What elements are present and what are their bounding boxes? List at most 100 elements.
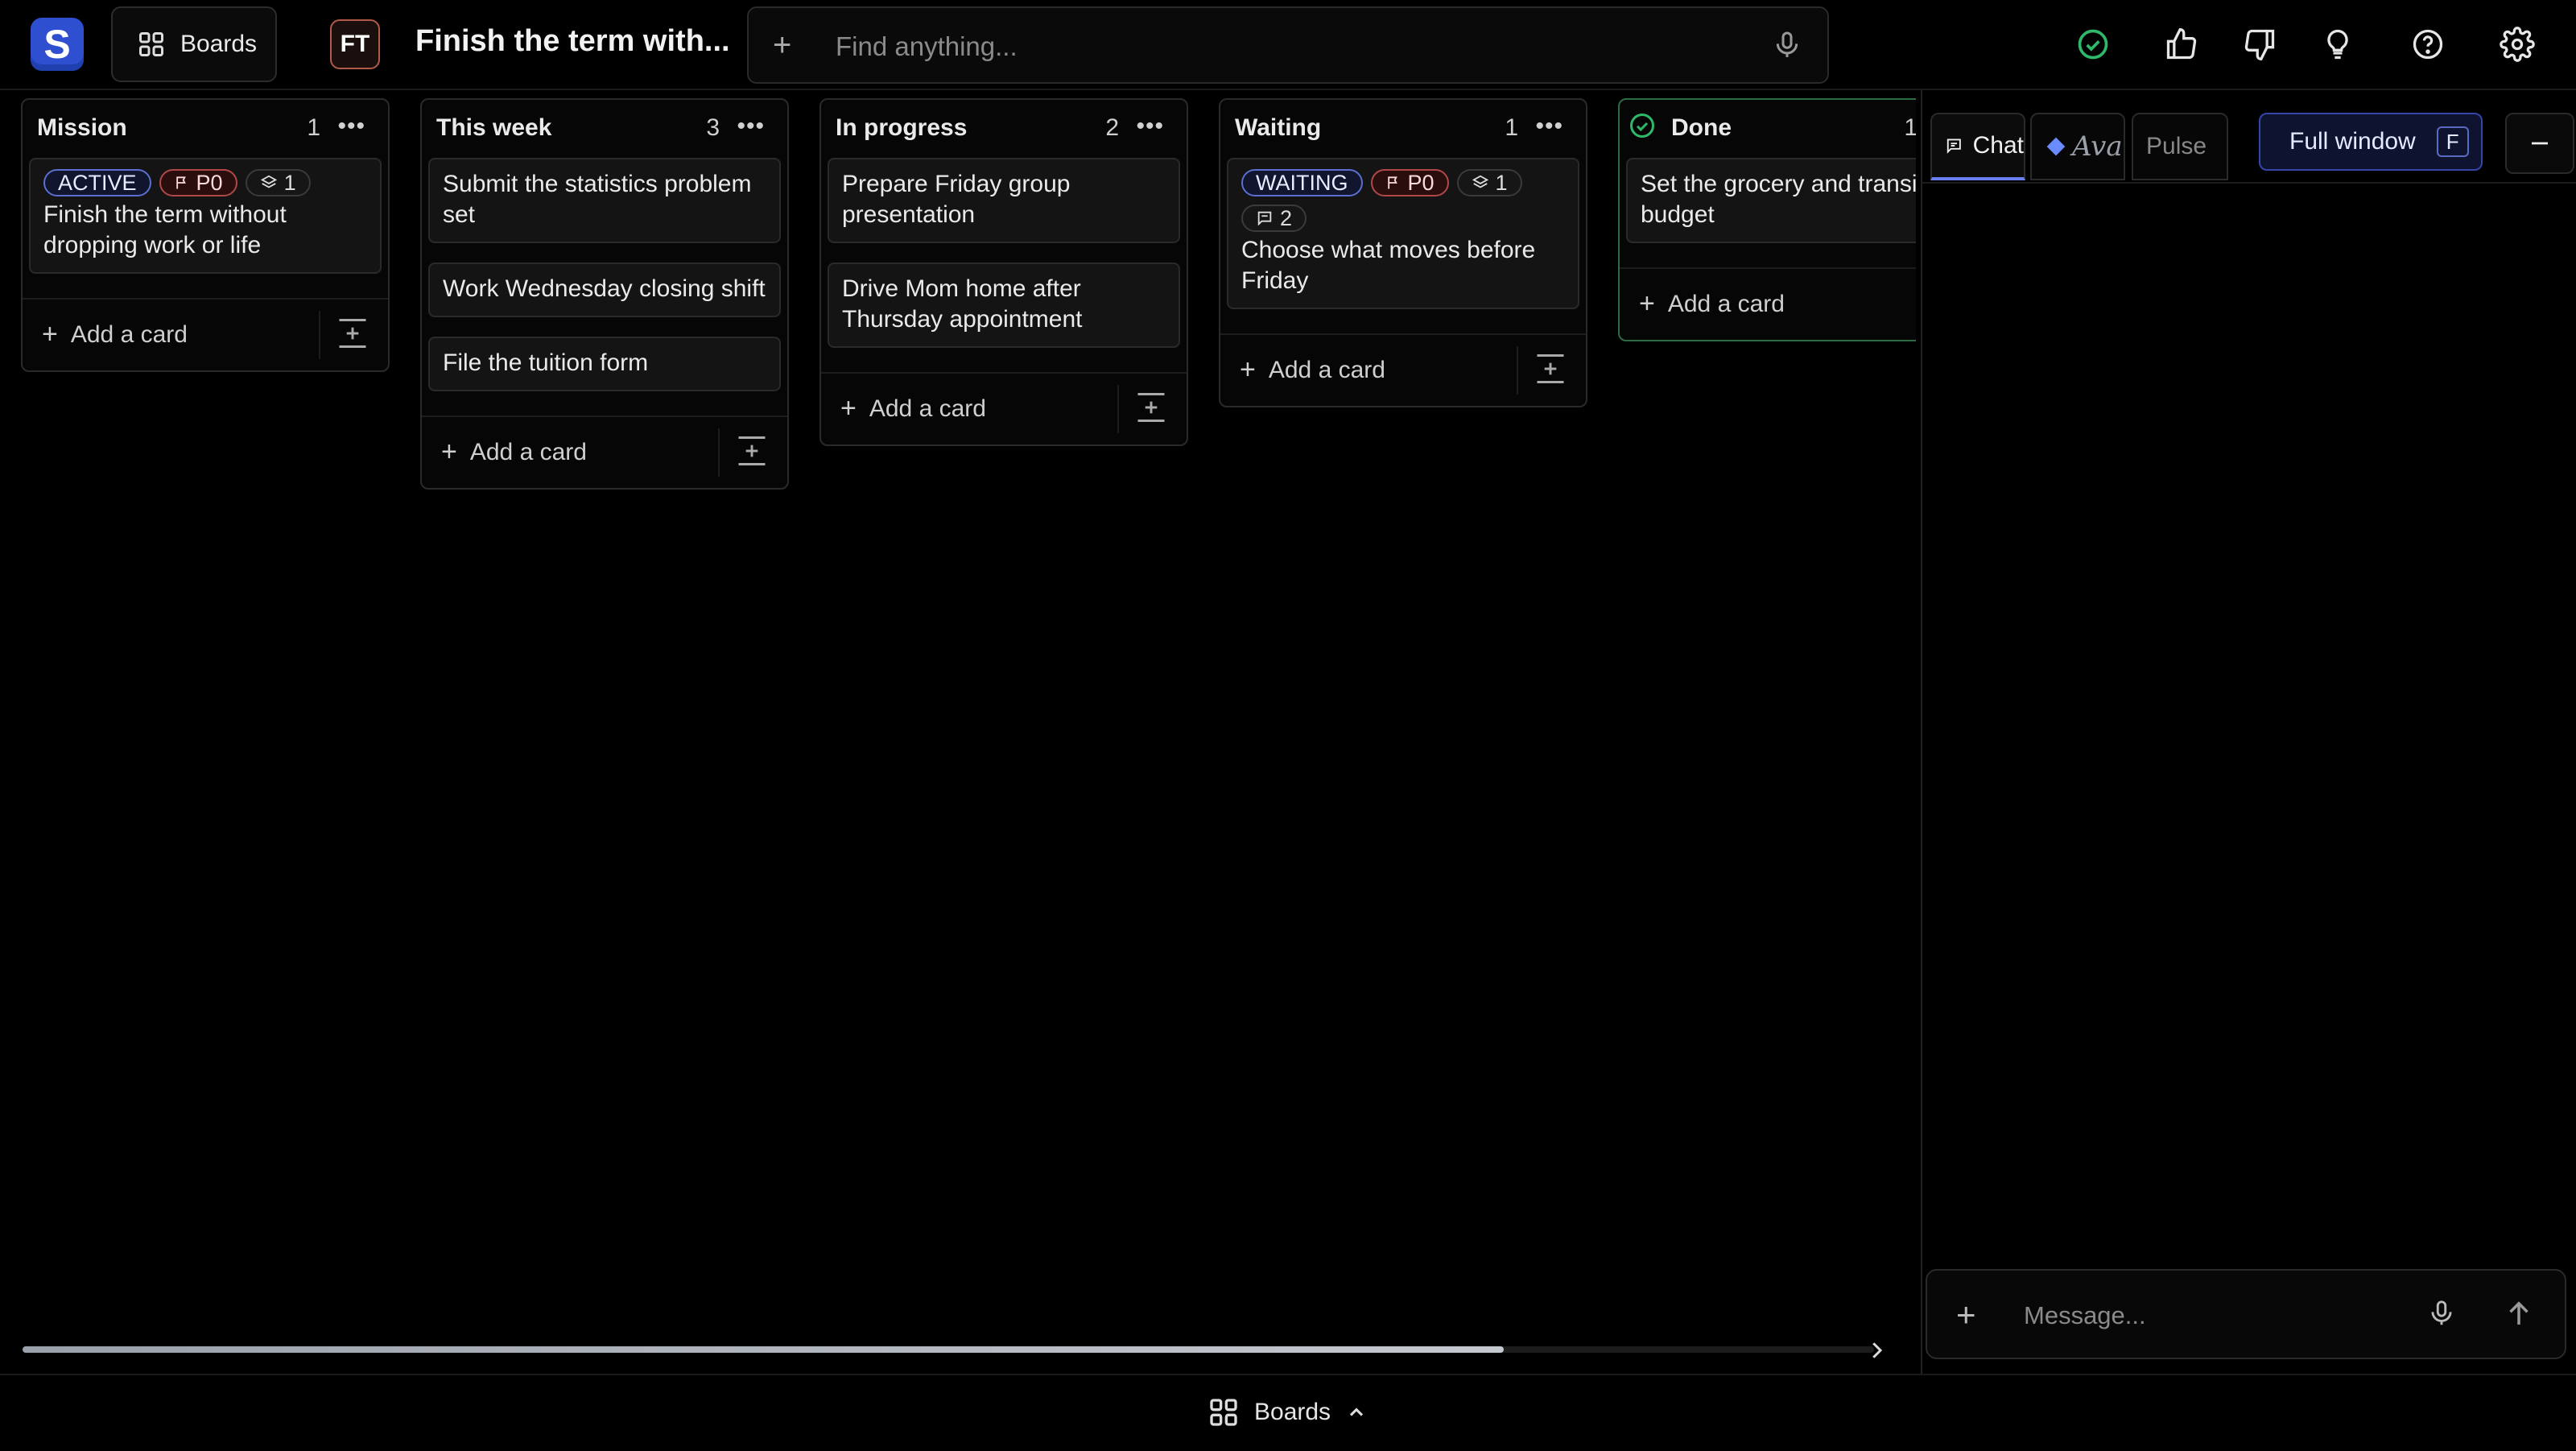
boards-button[interactable]: Boards	[111, 6, 277, 82]
column-header: Waiting 1 •••	[1220, 100, 1586, 150]
card-title: Finish the term without dropping work or…	[43, 201, 287, 258]
help-icon[interactable]	[2409, 26, 2446, 63]
column-waiting: Waiting 1 ••• WAITING P0 1 2 Choose what…	[1219, 98, 1587, 407]
grid-icon	[139, 32, 163, 56]
column-title[interactable]: Done	[1671, 114, 1732, 142]
plus-icon[interactable]: +	[773, 29, 791, 61]
column-title[interactable]: Waiting	[1235, 114, 1321, 142]
status-badge: WAITING	[1241, 169, 1363, 196]
lightbulb-icon[interactable]	[2319, 26, 2356, 63]
thumbs-down-icon[interactable]	[2241, 26, 2278, 63]
comment-badge: 2	[1241, 205, 1307, 232]
horizontal-scrollbar[interactable]	[23, 1346, 1874, 1353]
add-card-button[interactable]: + Add a card	[1240, 354, 1385, 386]
insert-card-icon[interactable]	[1533, 351, 1568, 387]
card-title: Submit the statistics problem set	[443, 171, 752, 228]
settings-gear-icon[interactable]	[2499, 26, 2536, 63]
tab-pulse[interactable]: Pulse	[2132, 113, 2228, 180]
app-logo[interactable]: S	[31, 18, 84, 71]
column-title[interactable]: Mission	[37, 114, 127, 142]
more-options-icon[interactable]: •••	[1535, 113, 1563, 140]
check-circle-icon[interactable]	[2074, 26, 2112, 63]
add-card-label: Add a card	[1268, 356, 1385, 383]
divider	[718, 428, 720, 477]
insert-card-icon[interactable]	[734, 433, 770, 469]
more-options-icon[interactable]: •••	[337, 113, 365, 140]
column-in-progress: In progress 2 ••• Prepare Friday group p…	[819, 98, 1188, 446]
card[interactable]: File the tuition form	[428, 337, 781, 391]
subtask-count: 1	[1495, 171, 1508, 195]
chat-icon	[1946, 138, 1961, 154]
column-count: 1	[307, 114, 320, 141]
microphone-icon[interactable]	[1771, 29, 1803, 61]
subtask-count: 1	[283, 171, 296, 195]
column-header: Done 1 •••	[1620, 100, 1916, 150]
priority-label: P0	[196, 171, 223, 195]
bottom-boards-label: Boards	[1254, 1399, 1331, 1425]
tab-label: Chat	[1972, 132, 2024, 159]
top-bar: S Boards FT Finish the term with... +	[0, 0, 2576, 90]
subtask-badge: 1	[1456, 169, 1522, 196]
column-title[interactable]: This week	[436, 114, 551, 142]
card[interactable]: ACTIVE P0 1 Finish the term without drop…	[29, 158, 382, 274]
column-mission: Mission 1 ••• ACTIVE P0 1 Finish the ter…	[21, 98, 390, 372]
scrollbar-thumb[interactable]	[23, 1346, 1504, 1353]
minimize-button[interactable]	[2505, 113, 2574, 174]
board-canvas: Mission 1 ••• ACTIVE P0 1 Finish the ter…	[0, 90, 1916, 1346]
card-title: Drive Mom home after Thursday appointmen…	[842, 275, 1083, 333]
microphone-icon[interactable]	[2426, 1298, 2457, 1329]
comment-count: 2	[1280, 206, 1293, 230]
card[interactable]: WAITING P0 1 2 Choose what moves before …	[1227, 158, 1579, 309]
search-input[interactable]	[834, 26, 1707, 68]
insert-card-icon[interactable]	[335, 316, 370, 351]
column-done: Done 1 ••• Set the grocery and transit b…	[1618, 98, 1916, 341]
divider	[1117, 385, 1119, 433]
chat-tabs: Chat Ava Pulse Full window F	[1930, 113, 2574, 182]
column-footer: + Add a card	[1620, 267, 1916, 340]
priority-label: P0	[1407, 171, 1435, 195]
add-card-button[interactable]: + Add a card	[1639, 288, 1785, 320]
plus-icon: +	[840, 393, 857, 424]
message-input[interactable]	[2022, 1295, 2428, 1337]
thumbs-up-icon[interactable]	[2163, 26, 2200, 63]
add-card-button[interactable]: + Add a card	[441, 436, 587, 468]
bottom-boards-button[interactable]: Boards	[1208, 1396, 1368, 1428]
card[interactable]: Submit the statistics problem set	[428, 158, 781, 243]
full-window-button[interactable]: Full window F	[2259, 113, 2483, 171]
column-title[interactable]: In progress	[836, 114, 967, 142]
send-arrow-icon[interactable]	[2502, 1296, 2536, 1330]
boards-button-label: Boards	[180, 31, 258, 57]
plus-icon: +	[1639, 288, 1655, 319]
logo-letter: S	[43, 22, 71, 67]
add-card-button[interactable]: + Add a card	[840, 393, 986, 424]
insert-card-icon[interactable]	[1133, 390, 1169, 425]
board-title[interactable]: Finish the term with...	[415, 24, 730, 59]
grid-icon	[1210, 1399, 1237, 1426]
more-options-icon[interactable]: •••	[1136, 113, 1164, 140]
status-badge: ACTIVE	[43, 169, 151, 196]
card[interactable]: Drive Mom home after Thursday appointmen…	[828, 263, 1180, 348]
scroll-right-icon[interactable]	[1864, 1337, 1889, 1364]
card[interactable]: Work Wednesday closing shift	[428, 263, 781, 317]
more-options-icon[interactable]: •••	[737, 113, 765, 140]
add-card-label: Add a card	[469, 438, 587, 465]
column-count: 2	[1105, 114, 1119, 141]
tab-ava[interactable]: Ava	[2030, 113, 2125, 180]
plus-icon: +	[441, 436, 457, 467]
column-header: In progress 2 •••	[821, 100, 1187, 150]
bottom-bar: Boards	[0, 1374, 2576, 1451]
layers-icon	[1472, 175, 1488, 188]
card[interactable]: Prepare Friday group presentation	[828, 158, 1180, 243]
card[interactable]: Set the grocery and transit budget	[1626, 158, 1916, 243]
add-card-button[interactable]: + Add a card	[42, 319, 188, 350]
tab-chat[interactable]: Chat	[1930, 113, 2025, 180]
search-bar[interactable]: +	[747, 6, 1829, 84]
column-count: 1	[1904, 114, 1916, 141]
priority-badge: P0	[159, 169, 237, 196]
column-footer: + Add a card	[422, 415, 787, 488]
attach-plus-icon[interactable]: +	[1956, 1298, 1976, 1332]
plus-icon: +	[42, 319, 58, 349]
divider	[1922, 182, 2576, 184]
board-avatar[interactable]: FT	[330, 19, 380, 69]
card-title: Work Wednesday closing shift	[443, 275, 766, 302]
